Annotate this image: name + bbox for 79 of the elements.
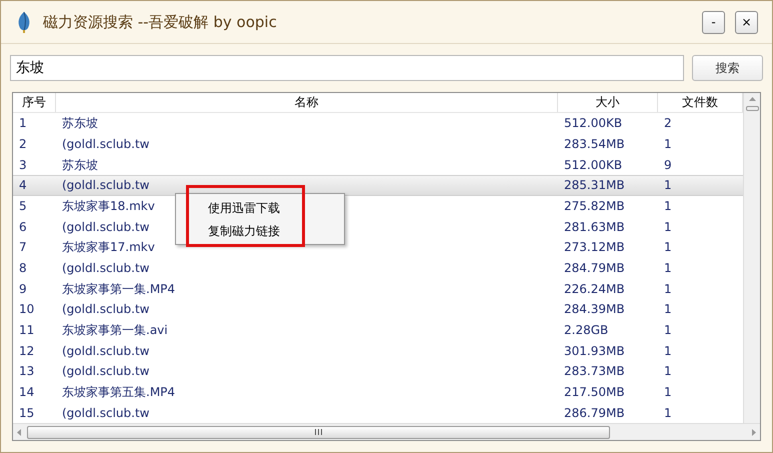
table-cell-text: 2	[19, 136, 27, 153]
scroll-up-icon[interactable]	[748, 97, 756, 101]
table-cell-text: 12	[19, 342, 34, 360]
table-cell-text: 9	[19, 280, 27, 298]
table-cell-text: 275.82MB	[564, 198, 625, 215]
menu-item[interactable]: 复制磁力链接	[208, 222, 280, 240]
selected-row[interactable]: 4 (goldl.sclub.tw 285.31MB 1	[13, 175, 743, 196]
table-cell-text: 9	[664, 156, 672, 174]
scroll-thumb[interactable]	[27, 426, 610, 438]
table-cell-text: 512.00KB	[564, 115, 622, 132]
table-cell-text: 285.31MB	[564, 177, 625, 194]
scroll-left-icon[interactable]	[17, 428, 21, 436]
table-cell-text: 6	[19, 218, 27, 236]
table-cell-text: 1	[664, 136, 672, 153]
table-cell-text: (goldl.sclub.tw	[62, 136, 150, 153]
table-cell-text: 8	[19, 260, 27, 278]
table-cell-text: 2	[664, 115, 672, 132]
table-cell-text: (goldl.sclub.tw	[62, 363, 150, 380]
column-header[interactable]: 名称	[56, 93, 558, 112]
table-cell-text: 15	[19, 404, 34, 422]
close-button[interactable]: ×	[735, 10, 758, 34]
table-cell-text: 1	[664, 218, 672, 236]
table-cell-text: 1	[664, 322, 672, 340]
table-cell-text: 1	[664, 198, 672, 215]
table-cell-text: 东坡家事第五集.MP4	[62, 384, 176, 402]
table-cell-text: 512.00KB	[564, 156, 622, 174]
scroll-thumb[interactable]	[746, 106, 758, 111]
table-cell-text: (goldl.sclub.tw	[62, 301, 150, 318]
table-cell-text: (goldl.sclub.tw	[62, 177, 150, 194]
table-cell-text: 东坡家事17.mkv	[62, 239, 155, 256]
table-cell-text: 苏东坡	[62, 115, 98, 132]
vertical-scrollbar[interactable]	[743, 93, 760, 423]
table-cell-text: (goldl.sclub.tw	[62, 404, 150, 422]
table-cell-text: 284.39MB	[564, 301, 625, 318]
grip-icon	[315, 429, 322, 435]
table-cell-text: 217.50MB	[564, 384, 625, 402]
table-cell-text: 286.79MB	[564, 404, 625, 422]
scroll-right-icon[interactable]	[752, 428, 756, 436]
table-cell-text: 281.63MB	[564, 218, 625, 236]
table-cell-text: (goldl.sclub.tw	[62, 218, 150, 236]
column-header[interactable]: 序号	[13, 93, 56, 112]
table-cell-text: 301.93MB	[564, 342, 625, 360]
table-cell-text: 10	[19, 301, 34, 318]
window-title: 磁力资源搜索 --吾爱破解 by oopic	[43, 12, 277, 33]
table-cell-text: 2.28GB	[564, 322, 608, 340]
table-cell-text: 283.73MB	[564, 363, 625, 380]
table-cell-text: (goldl.sclub.tw	[62, 342, 150, 360]
table-cell-text: 1	[664, 342, 672, 360]
table-cell-text: 东坡家事18.mkv	[62, 198, 155, 215]
table-cell-text: 1	[664, 301, 672, 318]
search-field[interactable]: 东坡	[10, 55, 684, 81]
column-header[interactable]: 大小	[558, 93, 658, 112]
table-cell-text: 1	[664, 280, 672, 298]
table-cell-text: 1	[664, 404, 672, 422]
table-cell-text: (goldl.sclub.tw	[62, 260, 150, 278]
table-cell-text: 苏东坡	[62, 156, 98, 174]
horizontal-scrollbar[interactable]	[13, 423, 760, 440]
table-cell-text: 1	[664, 260, 672, 278]
table-cell-text: 3	[19, 156, 27, 174]
table-cell-text: 11	[19, 322, 34, 340]
minimize-button[interactable]: -	[702, 10, 725, 34]
table-cell-text: 东坡家事第一集.MP4	[62, 280, 176, 298]
menu-item[interactable]: 使用迅雷下载	[208, 198, 280, 216]
table-cell-text: 284.79MB	[564, 260, 625, 278]
table-cell-text: 1	[664, 363, 672, 380]
table-cell-text: 226.24MB	[564, 280, 625, 298]
table-cell-text: 13	[19, 363, 34, 380]
table-cell-text: 4	[19, 177, 27, 194]
table-cell-text: 1	[664, 384, 672, 402]
table-cell-text: 1	[664, 177, 672, 194]
table-cell-text: 1	[664, 239, 672, 256]
table-cell-text: 5	[19, 198, 27, 215]
table-cell-text: 东坡家事第一集.avi	[62, 322, 168, 340]
table-cell-text: 7	[19, 239, 27, 256]
table-cell-text: 14	[19, 384, 34, 402]
table-cell-text: 283.54MB	[564, 136, 625, 153]
search-button[interactable]: 搜索	[692, 55, 763, 81]
table-cell-text: 273.12MB	[564, 239, 625, 256]
table-cell-text: 1	[19, 115, 27, 132]
